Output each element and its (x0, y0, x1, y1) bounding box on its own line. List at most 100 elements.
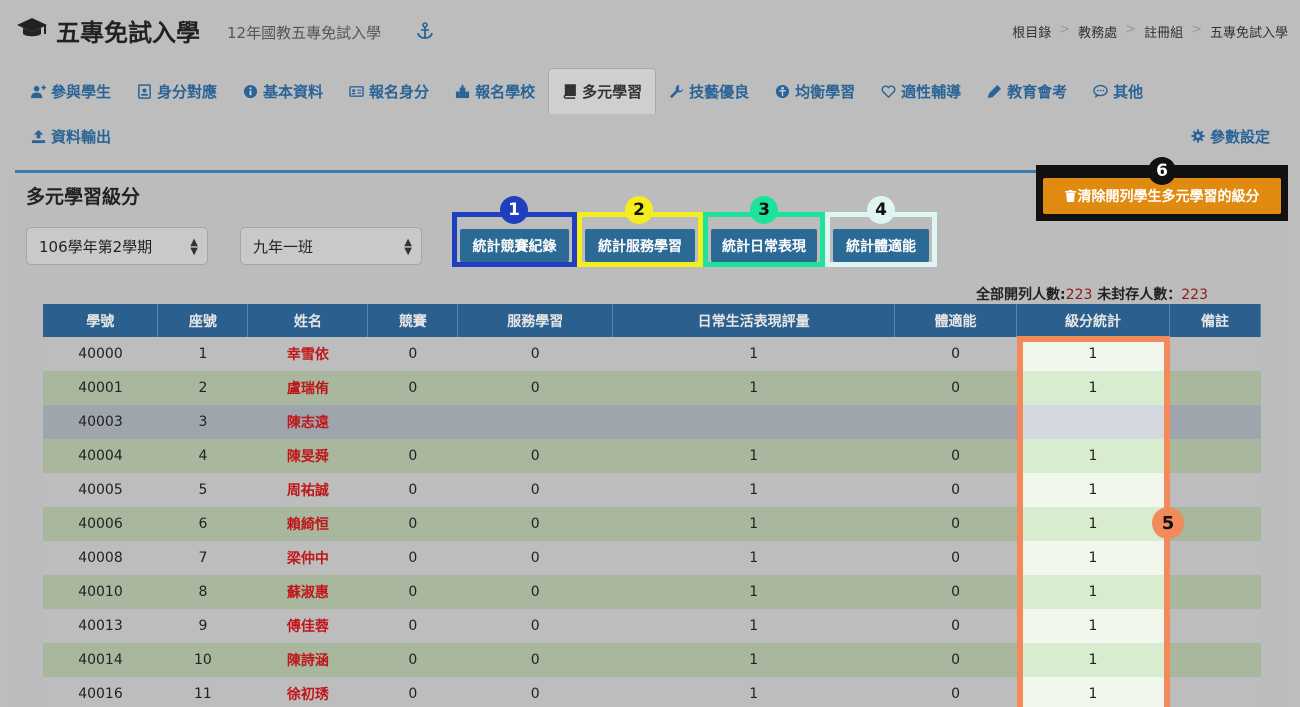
app-subtitle: 12年國教五專免試入學 (227, 24, 382, 42)
cell-competition: 0 (367, 507, 458, 541)
cell-fitness: 0 (894, 575, 1017, 609)
cell-remark (1169, 439, 1261, 473)
tab-basic-info[interactable]: 基本資料 (230, 68, 336, 114)
breadcrumb-separator: > (1191, 22, 1202, 37)
cell-student-id: 40003 (43, 405, 158, 439)
user-plus-icon (31, 84, 46, 98)
tab-label: 教育會考 (1007, 82, 1068, 101)
cell-fitness: 0 (894, 371, 1017, 405)
cell-remark (1169, 405, 1261, 439)
tab-balanced-learning[interactable]: 均衡學習 (762, 68, 868, 114)
settings-link[interactable]: 參數設定 (1191, 118, 1270, 154)
cell-name[interactable]: 梁仲中 (247, 541, 368, 575)
cell-remark (1169, 609, 1261, 643)
col-header-name[interactable]: 姓名 (247, 304, 369, 337)
cell-daily: 1 (612, 643, 895, 677)
cell-seat: 5 (157, 473, 248, 507)
clear-levels-label: 清除開列學生多元學習的級分 (1077, 189, 1260, 205)
tab-label: 多元學習 (582, 83, 643, 101)
cell-name[interactable]: 陳旻舜 (247, 439, 368, 473)
tab-identity-mapping[interactable]: 身分對應 (124, 68, 230, 114)
step-badge-2: 2 (625, 196, 653, 224)
cell-service: 0 (457, 439, 613, 473)
id-badge-icon (138, 83, 151, 99)
id-card-icon (349, 85, 364, 97)
stat-fitness-button[interactable]: 統計體適能 (833, 229, 929, 262)
nav-tabs: 參與學生 身分對應 基本資料 報名身分 報名學校 多元學習 技藝優良 均衡學習 … (18, 68, 1156, 114)
tab-registration-identity[interactable]: 報名身分 (336, 68, 442, 114)
cell-student-id: 40001 (43, 371, 158, 405)
cell-competition (367, 405, 458, 439)
cell-daily: 1 (612, 609, 895, 643)
col-header-remark[interactable]: 備註 (1169, 304, 1262, 337)
tab-skill-excellence[interactable]: 技藝優良 (656, 68, 762, 114)
cell-daily: 1 (612, 507, 895, 541)
cell-student-id: 40004 (43, 439, 158, 473)
breadcrumb-separator: > (1125, 22, 1137, 37)
cell-name[interactable]: 傅佳蓉 (247, 609, 368, 643)
tab-label: 技藝優良 (689, 82, 750, 101)
cell-name[interactable]: 陳詩涵 (247, 643, 368, 677)
cell-student-id: 40010 (43, 575, 158, 609)
tab-label: 適性輔導 (901, 82, 962, 101)
stat-daily-button[interactable]: 統計日常表現 (711, 229, 817, 262)
listed-count-label: 全部開列人數: (976, 287, 1066, 303)
cell-name[interactable]: 周祐誠 (247, 473, 368, 507)
cell-seat: 1 (157, 337, 248, 371)
step-badge-6: 6 (1148, 157, 1176, 185)
col-header-student-id[interactable]: 學號 (43, 304, 159, 337)
col-header-level[interactable]: 級分統計 (1016, 304, 1170, 337)
trash-icon (1064, 190, 1076, 202)
stat-competition-button[interactable]: 統計競賽紀錄 (460, 229, 569, 262)
col-header-seat[interactable]: 座號 (157, 304, 249, 337)
col-header-service[interactable]: 服務學習 (457, 304, 614, 337)
cell-competition: 0 (367, 337, 458, 371)
cell-remark (1169, 473, 1261, 507)
unsealed-count-label: 未封存人數： (1092, 287, 1182, 303)
tab-label: 報名學校 (475, 82, 536, 101)
anchor-icon[interactable] (416, 22, 434, 40)
breadcrumb-root[interactable]: 根目錄 (1012, 22, 1051, 41)
cell-daily: 1 (612, 677, 895, 707)
cell-seat: 2 (157, 371, 248, 405)
class-select[interactable]: 九年一班 ▲ ▼ (240, 227, 422, 265)
cell-fitness: 0 (894, 439, 1017, 473)
breadcrumb-separator: > (1059, 22, 1071, 37)
cell-name[interactable]: 盧瑞侑 (247, 371, 368, 405)
tab-data-export[interactable]: 資料輸出 (18, 118, 124, 154)
tab-diverse-learning[interactable]: 多元學習 (548, 68, 657, 114)
step-badge-3: 3 (750, 196, 778, 224)
cell-seat: 10 (157, 643, 248, 677)
tab-other[interactable]: 其他 (1080, 68, 1156, 114)
cell-seat: 6 (157, 507, 248, 541)
col-header-daily[interactable]: 日常生活表現評量 (612, 304, 896, 337)
col-header-fitness[interactable]: 體適能 (894, 304, 1018, 337)
col-header-competition[interactable]: 競賽 (367, 304, 459, 337)
tab-participants[interactable]: 參與學生 (18, 68, 124, 114)
cell-service (457, 405, 613, 439)
tab-label: 身分對應 (157, 82, 218, 101)
cell-daily: 1 (612, 337, 895, 371)
cell-name[interactable]: 徐初琇 (247, 677, 368, 707)
tab-education-exam[interactable]: 教育會考 (974, 68, 1080, 114)
stat-service-button[interactable]: 統計服務學習 (585, 229, 695, 262)
tab-registration-school[interactable]: 報名學校 (442, 68, 548, 114)
cell-service: 0 (457, 507, 613, 541)
cell-daily: 1 (612, 575, 895, 609)
breadcrumb-registry[interactable]: 註冊組 (1144, 22, 1183, 41)
cell-service: 0 (457, 337, 613, 371)
breadcrumb-academic[interactable]: 教務處 (1078, 22, 1117, 41)
cell-name[interactable]: 陳志遠 (247, 405, 368, 439)
balance-icon (776, 84, 790, 98)
cell-name[interactable]: 幸雪依 (247, 337, 368, 371)
cell-name[interactable]: 賴綺恒 (247, 507, 368, 541)
cell-name[interactable]: 蘇淑惠 (247, 575, 368, 609)
tab-guidance[interactable]: 適性輔導 (868, 68, 974, 114)
term-select[interactable]: 106學年第2學期 ▲ ▼ (26, 227, 208, 265)
cell-competition: 0 (367, 609, 458, 643)
cell-remark (1169, 677, 1261, 707)
cell-seat: 3 (157, 405, 248, 439)
cell-student-id: 40006 (43, 507, 158, 541)
cell-remark (1169, 643, 1261, 677)
cell-seat: 4 (157, 439, 248, 473)
